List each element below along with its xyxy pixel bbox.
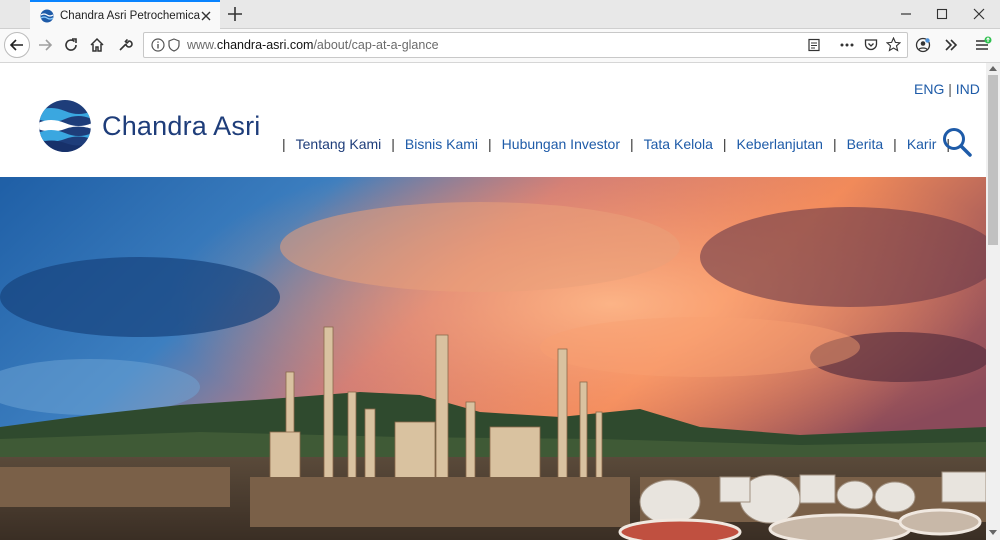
close-window-icon[interactable] bbox=[971, 6, 987, 22]
overflow-button[interactable] bbox=[940, 34, 962, 56]
scroll-up-icon[interactable] bbox=[989, 65, 997, 71]
nav-item-berita[interactable]: Berita bbox=[847, 136, 884, 152]
new-tab-icon[interactable] bbox=[226, 5, 244, 23]
back-button[interactable] bbox=[4, 32, 30, 58]
nav-separator: | bbox=[391, 136, 395, 152]
reader-icon[interactable] bbox=[807, 38, 821, 52]
forward-button[interactable] bbox=[34, 34, 56, 56]
site-header: ENG | IND Chandra Asri | Tentang Kami | … bbox=[0, 63, 986, 177]
nav-item-hubungan-investor[interactable]: Hubungan Investor bbox=[502, 136, 620, 152]
shield-icon[interactable] bbox=[168, 38, 180, 52]
chandra-asri-logo-icon bbox=[39, 100, 91, 152]
info-icon[interactable] bbox=[151, 38, 165, 52]
language-switcher: ENG | IND bbox=[914, 81, 980, 97]
search-icon[interactable] bbox=[942, 127, 972, 157]
menu-icon bbox=[976, 36, 992, 50]
more-icon[interactable] bbox=[839, 38, 855, 52]
account-button[interactable] bbox=[912, 34, 934, 56]
nav-separator: | bbox=[488, 136, 492, 152]
nav-item-karir[interactable]: Karir bbox=[907, 136, 937, 152]
reload-button[interactable] bbox=[60, 34, 82, 56]
refinery-sunset-illustration bbox=[0, 177, 986, 540]
close-tab-icon[interactable] bbox=[200, 10, 212, 22]
scrollbar-thumb[interactable] bbox=[988, 75, 998, 245]
lang-ind-link[interactable]: IND bbox=[956, 81, 980, 97]
nav-item-tata-kelola[interactable]: Tata Kelola bbox=[644, 136, 713, 152]
browser-tab[interactable]: Chandra Asri Petrochemical bbox=[30, 0, 220, 29]
nav-separator: | bbox=[722, 136, 727, 152]
back-icon bbox=[9, 39, 23, 51]
nav-item-keberlanjutan[interactable]: Keberlanjutan bbox=[737, 136, 823, 152]
nav-item-tentang-kami[interactable]: Tentang Kami bbox=[296, 136, 382, 152]
url-bar[interactable]: www.chandra-asri.com/about/cap-at-a-glan… bbox=[143, 32, 908, 58]
reload-icon bbox=[65, 38, 77, 51]
url-path: /about/cap-at-a-glance bbox=[313, 38, 439, 52]
url-text: www.chandra-asri.com/about/cap-at-a-glan… bbox=[187, 38, 439, 52]
tab-title: Chandra Asri Petrochemical bbox=[60, 9, 200, 22]
page-scrollbar[interactable] bbox=[986, 63, 1000, 540]
forward-icon bbox=[39, 39, 53, 51]
lang-separator: | bbox=[948, 81, 952, 97]
main-navigation: | Tentang Kami | Bisnis Kami | Hubungan … bbox=[282, 136, 960, 152]
site-logo[interactable]: Chandra Asri bbox=[38, 99, 260, 153]
account-icon bbox=[915, 37, 931, 53]
browser-toolbar: www.chandra-asri.com/about/cap-at-a-glan… bbox=[0, 29, 1000, 63]
scroll-down-icon[interactable] bbox=[989, 530, 997, 536]
browser-tab-strip: Chandra Asri Petrochemical bbox=[0, 0, 1000, 29]
wrench-icon bbox=[119, 38, 133, 51]
nav-separator: | bbox=[832, 136, 837, 152]
maximize-icon[interactable] bbox=[934, 6, 950, 22]
home-button[interactable] bbox=[86, 34, 108, 56]
url-prefix: www. bbox=[187, 38, 217, 52]
nav-separator: | bbox=[893, 136, 897, 152]
hero-image bbox=[0, 177, 986, 540]
overflow-icon bbox=[945, 39, 958, 51]
nav-item-bisnis-kami[interactable]: Bisnis Kami bbox=[405, 136, 478, 152]
home-icon bbox=[90, 37, 104, 52]
minimize-icon[interactable] bbox=[898, 6, 914, 22]
menu-button[interactable] bbox=[972, 34, 994, 56]
star-icon[interactable] bbox=[886, 37, 901, 52]
customize-button[interactable] bbox=[114, 34, 136, 56]
brand-name: Chandra Asri bbox=[102, 110, 261, 141]
nav-separator: | bbox=[282, 136, 286, 152]
url-domain: chandra-asri.com bbox=[216, 38, 314, 52]
site-favicon-icon bbox=[40, 9, 54, 22]
lang-eng-link[interactable]: ENG bbox=[914, 81, 944, 97]
pocket-icon[interactable] bbox=[864, 38, 878, 52]
nav-separator: | bbox=[629, 136, 634, 152]
